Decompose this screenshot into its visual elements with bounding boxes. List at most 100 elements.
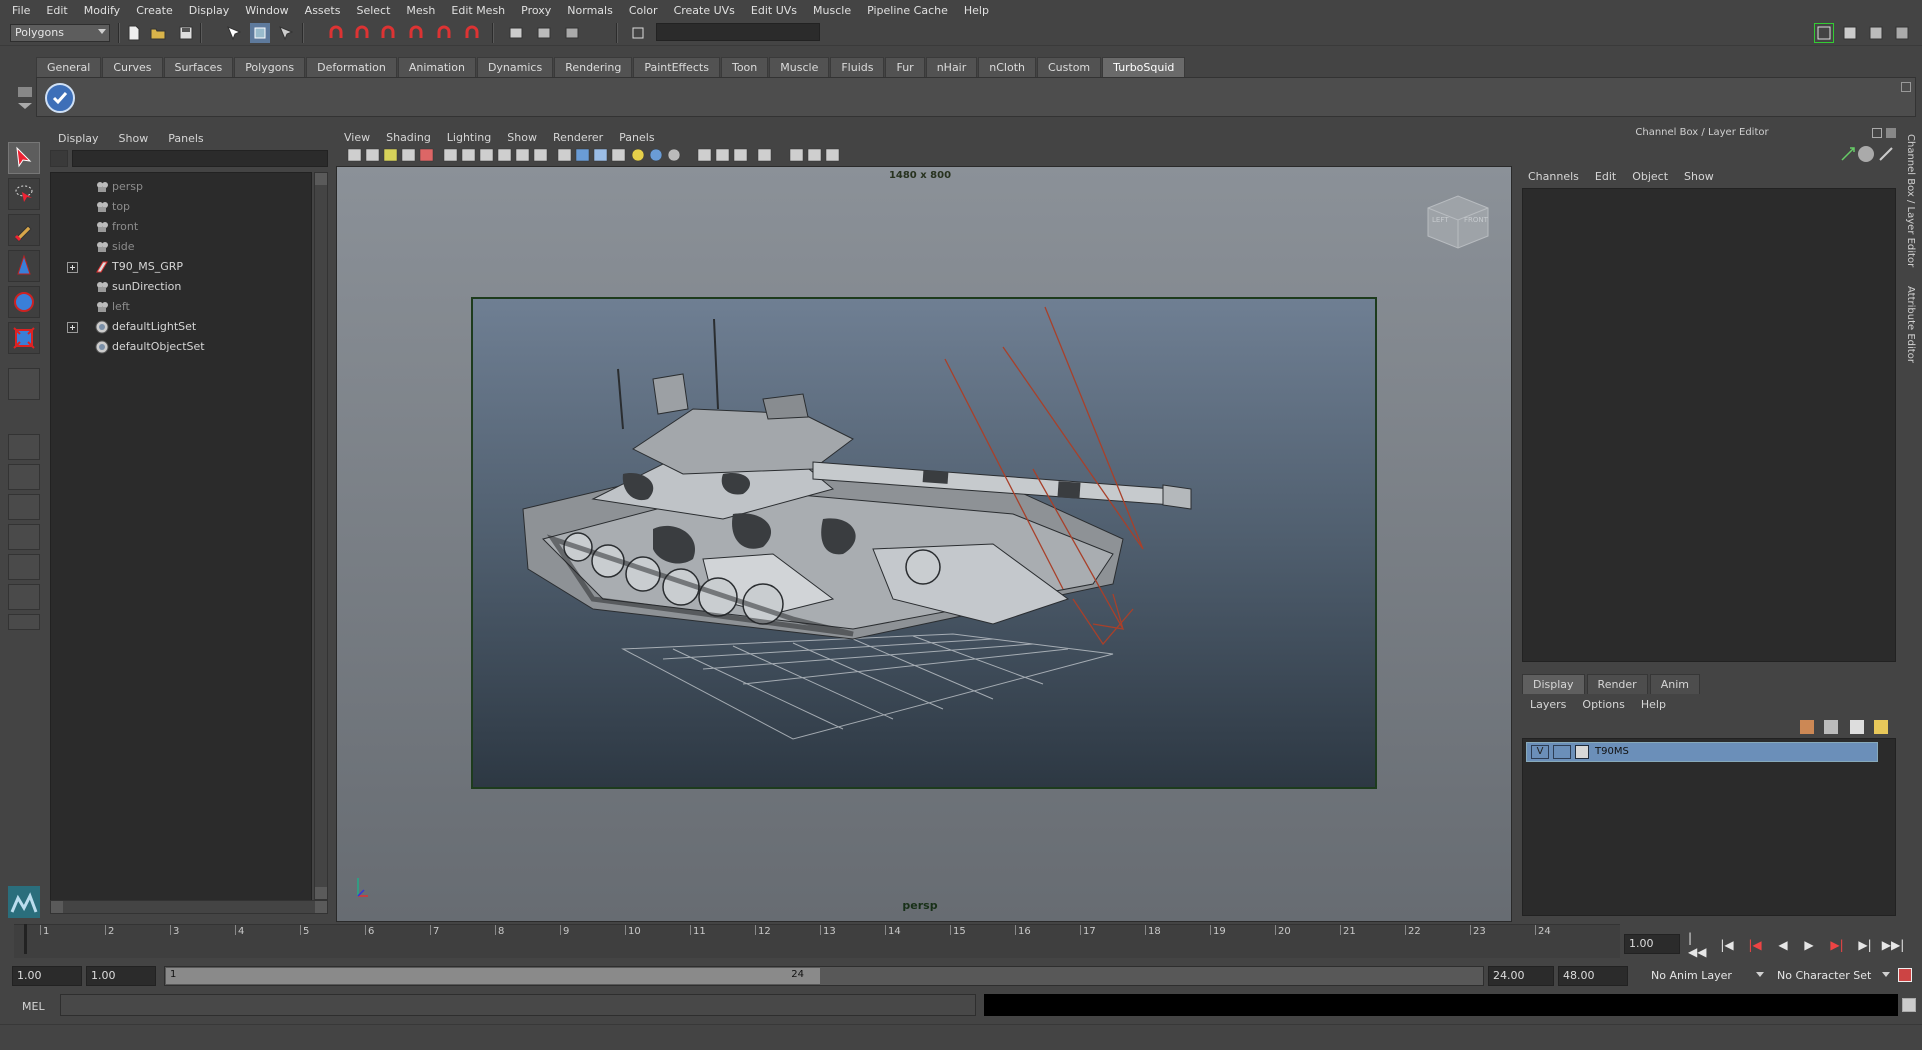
layer-row[interactable]: V T90MS [1526, 742, 1878, 762]
channel-box-toggle-icon[interactable] [1892, 23, 1912, 43]
layer-display-type-toggle[interactable] [1553, 745, 1571, 759]
scroll-down-icon[interactable] [315, 887, 327, 899]
range-slider-handle[interactable]: 1 24 [166, 968, 820, 984]
select-component-icon[interactable] [276, 23, 296, 43]
shelf-tab-toon[interactable]: Toon [720, 57, 769, 77]
go-to-start-icon[interactable]: |◀◀ [1688, 931, 1710, 959]
menu-select[interactable]: Select [348, 4, 398, 17]
lasso-tool-icon[interactable] [8, 178, 40, 210]
menu-file[interactable]: File [4, 4, 38, 17]
outliner-menu-display[interactable]: Display [48, 132, 109, 145]
command-language-label[interactable]: MEL [22, 1000, 45, 1013]
shelf-tab-turbosquid[interactable]: TurboSquid [1102, 57, 1186, 77]
menu-mesh[interactable]: Mesh [398, 4, 443, 17]
menu-set-dropdown[interactable]: Polygons [10, 24, 110, 42]
snap-grid-icon[interactable] [326, 23, 346, 43]
scroll-left-icon[interactable] [51, 901, 63, 913]
layer-tab-anim[interactable]: Anim [1649, 674, 1700, 694]
layer-menu-options[interactable]: Options [1574, 698, 1632, 711]
persp-graph-hypergraph-layout-icon[interactable] [8, 584, 40, 610]
layer-menu-layers[interactable]: Layers [1522, 698, 1574, 711]
time-manip-icon[interactable] [1878, 146, 1894, 162]
snap-point-icon[interactable] [378, 23, 398, 43]
show-hide-modeling-toolkit-icon[interactable] [1814, 23, 1834, 43]
outliner-vertical-scrollbar[interactable] [314, 172, 328, 900]
viewport-menu-lighting[interactable]: Lighting [439, 131, 499, 144]
outliner-item[interactable]: persp [51, 177, 311, 197]
render-settings-icon[interactable] [562, 23, 582, 43]
shelf-tab-painteffects[interactable]: PaintEffects [633, 57, 720, 77]
shelf-tab-dynamics[interactable]: Dynamics [476, 57, 554, 77]
shelf-tab-fur[interactable]: Fur [885, 57, 925, 77]
persp-graph-layout-icon[interactable] [8, 524, 40, 550]
outliner-item[interactable]: side [51, 237, 311, 257]
shelf-options[interactable] [14, 57, 36, 117]
menu-muscle[interactable]: Muscle [805, 4, 859, 17]
viewport-toolbar-icons[interactable] [346, 146, 986, 164]
paint-select-tool-icon[interactable] [8, 214, 40, 246]
outliner-search-input[interactable] [72, 150, 328, 167]
tool-settings-toggle-icon[interactable] [1866, 23, 1886, 43]
play-backwards-icon[interactable]: ◀ [1772, 934, 1794, 956]
channel-box-menu-edit[interactable]: Edit [1587, 170, 1624, 183]
input-line-icon[interactable] [628, 23, 648, 43]
ipr-render-icon[interactable] [534, 23, 554, 43]
create-layer-from-selected-icon[interactable] [1874, 720, 1888, 734]
chevron-down-icon[interactable] [18, 103, 32, 109]
outliner-menu-panels[interactable]: Panels [158, 132, 213, 145]
menu-help[interactable]: Help [956, 4, 997, 17]
last-tool-used-slot[interactable] [8, 368, 40, 400]
channel-box-area[interactable] [1522, 188, 1896, 662]
outliner-item[interactable]: defaultLightSet [51, 317, 311, 337]
shelf-tab-ncloth[interactable]: nCloth [978, 57, 1036, 77]
shelf-tab-muscle[interactable]: Muscle [769, 57, 830, 77]
play-forwards-icon[interactable]: ▶ [1798, 934, 1820, 956]
render-current-frame-icon[interactable] [506, 23, 526, 43]
turbosquid-checkmate-icon[interactable] [45, 83, 75, 113]
shelf-tab-general[interactable]: General [36, 57, 102, 77]
script-editor-icon[interactable] [1902, 998, 1916, 1012]
snap-surface-icon[interactable] [462, 23, 482, 43]
menu-window[interactable]: Window [237, 4, 296, 17]
menu-edit-uvs[interactable]: Edit UVs [743, 4, 805, 17]
outliner-item[interactable]: top [51, 197, 311, 217]
single-perspective-layout-icon[interactable] [8, 434, 40, 460]
make-live-icon[interactable] [434, 23, 454, 43]
layer-tab-render[interactable]: Render [1586, 674, 1648, 694]
shelf-tab-custom[interactable]: Custom [1037, 57, 1102, 77]
time-slider[interactable]: 1 2 3 4 5 6 7 8 9 10 11 12 13 14 15 16 17 18 19 20 21 22 23 24 [14, 924, 1620, 958]
shelf-tab-polygons[interactable]: Polygons [234, 57, 306, 77]
shelf-expand-icon[interactable] [1901, 82, 1911, 92]
menu-color[interactable]: Color [621, 4, 666, 17]
select-hierarchy-icon[interactable] [224, 23, 244, 43]
menu-modify[interactable]: Modify [76, 4, 128, 17]
channel-box-menu-object[interactable]: Object [1624, 170, 1676, 183]
character-set-dropdown[interactable]: No Character Set [1772, 967, 1894, 985]
persp-outliner-layout-icon[interactable] [8, 494, 40, 520]
create-empty-layer-icon[interactable] [1850, 720, 1864, 734]
shelf-menu-icon[interactable] [18, 87, 32, 97]
select-object-icon[interactable] [250, 23, 270, 43]
shelf-tab-rendering[interactable]: Rendering [554, 57, 633, 77]
shelf-tab-deformation[interactable]: Deformation [306, 57, 397, 77]
move-layer-up-icon[interactable] [1800, 720, 1814, 734]
current-time-marker[interactable] [24, 924, 27, 954]
menu-display[interactable]: Display [181, 4, 238, 17]
quick-input-field[interactable] [656, 23, 820, 41]
open-scene-icon[interactable] [148, 23, 168, 43]
viewport-menu-view[interactable]: View [336, 131, 378, 144]
outliner-item[interactable]: front [51, 217, 311, 237]
shelf-tab-animation[interactable]: Animation [397, 57, 476, 77]
snap-view-plane-icon[interactable] [406, 23, 426, 43]
auto-key-icon[interactable] [1898, 968, 1912, 982]
menu-assets[interactable]: Assets [297, 4, 349, 17]
menu-proxy[interactable]: Proxy [513, 4, 559, 17]
side-tab[interactable]: Channel Box / Layer Editor [1900, 134, 1916, 267]
float-panel-icon[interactable] [1872, 128, 1882, 138]
menu-edit[interactable]: Edit [38, 4, 75, 17]
scroll-up-icon[interactable] [315, 173, 327, 185]
menu-normals[interactable]: Normals [559, 4, 621, 17]
menu-create-uvs[interactable]: Create UVs [666, 4, 743, 17]
expand-icon[interactable] [67, 322, 78, 333]
shelf-tab-surfaces[interactable]: Surfaces [163, 57, 234, 77]
